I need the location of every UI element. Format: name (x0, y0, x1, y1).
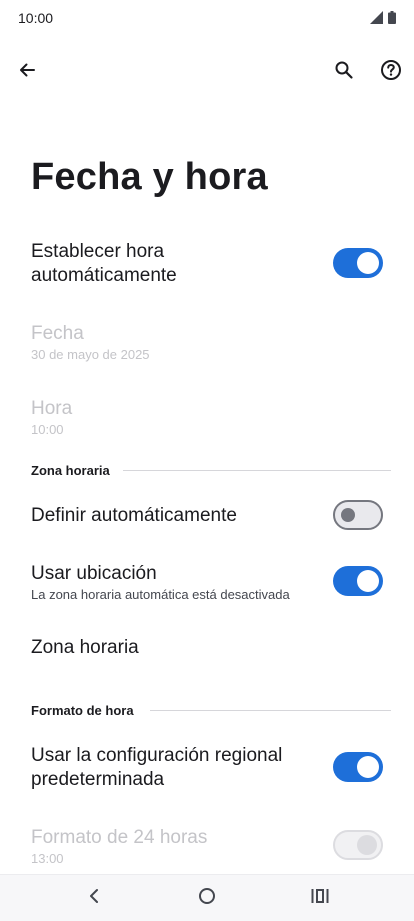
nav-back-icon (87, 888, 101, 909)
section-header-timezone: Zona horaria (31, 463, 110, 478)
timezone-row[interactable]: Zona horaria (0, 628, 414, 672)
toggle-knob (357, 756, 379, 778)
nav-home-button[interactable] (192, 883, 222, 913)
top-app-bar (0, 48, 414, 96)
nav-recents-button[interactable] (305, 883, 335, 913)
auto-time-label: Establecer hora automáticamente (31, 241, 177, 286)
regional-default-toggle[interactable] (333, 752, 383, 782)
battery-icon (388, 11, 396, 29)
time-row[interactable]: Hora 10:00 (0, 395, 414, 445)
define-auto-toggle[interactable] (333, 500, 383, 530)
regional-default-row[interactable]: Usar la configuración regional predeterm… (0, 742, 414, 796)
regional-default-label: Usar la configuración regional predeterm… (31, 745, 283, 790)
nav-home-icon (198, 887, 216, 910)
page-title: Fecha y hora (31, 156, 268, 198)
date-value: 30 de mayo de 2025 (31, 347, 150, 362)
navigation-bar (0, 874, 414, 921)
use-location-subtitle: La zona horaria automática está desactiv… (31, 587, 290, 602)
use-location-label: Usar ubicación (31, 563, 157, 584)
use-location-toggle[interactable] (333, 566, 383, 596)
define-auto-row[interactable]: Definir automáticamente (0, 496, 414, 536)
section-divider (123, 470, 391, 471)
status-bar: 10:00 (0, 0, 414, 36)
toggle-knob (341, 508, 355, 522)
section-divider (150, 710, 391, 711)
help-icon (380, 59, 402, 86)
time-label: Hora (31, 398, 73, 419)
status-time: 10:00 (18, 10, 54, 26)
toggle-knob (357, 835, 377, 855)
status-icons (370, 11, 396, 29)
format-24-toggle[interactable] (333, 830, 383, 860)
auto-time-toggle[interactable] (333, 248, 383, 278)
back-button[interactable] (7, 52, 47, 92)
format-24-label: Formato de 24 horas (31, 827, 208, 848)
toggle-knob (357, 570, 379, 592)
use-location-row[interactable]: Usar ubicación La zona horaria automátic… (0, 560, 414, 610)
date-row[interactable]: Fecha 30 de mayo de 2025 (0, 320, 414, 370)
time-value: 10:00 (31, 422, 64, 437)
date-label: Fecha (31, 323, 84, 344)
timezone-label: Zona horaria (31, 637, 139, 658)
signal-icon (370, 11, 384, 29)
format-24-value: 13:00 (31, 851, 64, 866)
auto-time-row[interactable]: Establecer hora automáticamente (0, 236, 414, 302)
search-icon (334, 60, 354, 85)
back-arrow-icon (17, 60, 37, 85)
nav-back-button[interactable] (79, 883, 109, 913)
section-header-time-format: Formato de hora (31, 703, 134, 718)
toggle-knob (357, 252, 379, 274)
nav-recents-icon (311, 888, 329, 909)
search-button[interactable] (324, 52, 364, 92)
define-auto-label: Definir automáticamente (31, 505, 237, 526)
help-button[interactable] (371, 52, 411, 92)
format-24-row[interactable]: Formato de 24 horas 13:00 (0, 824, 414, 870)
